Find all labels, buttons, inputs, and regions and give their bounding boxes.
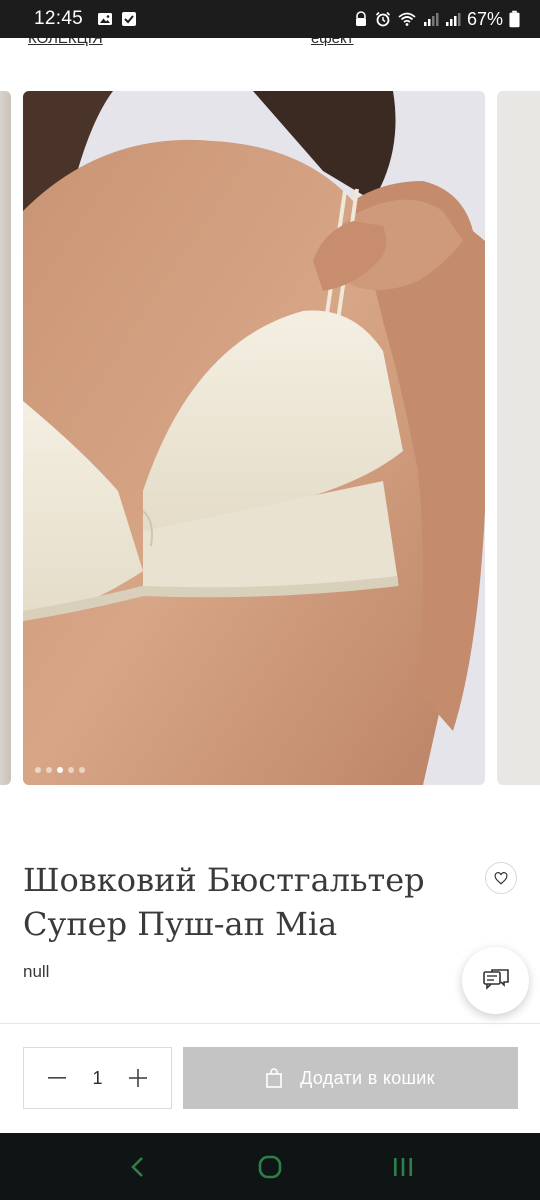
back-icon (130, 1156, 143, 1177)
signal-icon (445, 13, 461, 26)
battery-icon (509, 10, 520, 28)
increase-button[interactable] (127, 1067, 149, 1089)
pagination-dot[interactable] (79, 767, 85, 773)
recents-button[interactable] (383, 1147, 423, 1187)
decrease-button[interactable] (46, 1067, 68, 1089)
signal-icon (423, 13, 439, 26)
wifi-icon (398, 12, 416, 26)
pagination-dot-active[interactable] (57, 767, 63, 773)
pagination-dot[interactable] (35, 767, 41, 773)
pagination-dot[interactable] (68, 767, 74, 773)
favorite-button[interactable] (485, 862, 517, 894)
checkbox-icon (122, 12, 137, 26)
product-subtitle: null (23, 962, 50, 981)
back-button[interactable] (117, 1147, 157, 1187)
plus-icon (128, 1069, 147, 1087)
minus-icon (48, 1077, 66, 1079)
chat-button[interactable] (462, 947, 529, 1014)
alarm-icon (375, 11, 391, 27)
divider (0, 1023, 540, 1024)
effect-link[interactable]: ефект (311, 38, 354, 47)
collection-link[interactable]: КОЛЕКЦІЯ (28, 38, 103, 47)
previous-slide[interactable] (0, 91, 11, 785)
home-button[interactable] (250, 1147, 290, 1187)
heart-icon (494, 871, 508, 885)
shopping-bag-icon (266, 1068, 282, 1088)
chat-icon (482, 968, 509, 990)
alarm-lock-icon (355, 11, 366, 26)
gallery-icon (98, 13, 113, 25)
product-photo (23, 91, 485, 785)
top-links: КОЛЕКЦІЯ ефект (0, 38, 540, 50)
battery-percent: 67% (466, 8, 503, 29)
add-to-cart-label: Додати в кошик (300, 1067, 435, 1088)
system-nav-bar (0, 1133, 540, 1200)
next-slide[interactable] (497, 91, 540, 785)
status-time: 12:45 (34, 8, 84, 29)
quantity-stepper[interactable]: 1 (23, 1047, 172, 1109)
add-to-cart-button[interactable]: Додати в кошик (183, 1047, 518, 1109)
recents-icon (394, 1157, 413, 1176)
gallery-pagination (35, 767, 85, 773)
pagination-dot[interactable] (46, 767, 52, 773)
product-image[interactable] (23, 91, 485, 785)
quantity-value[interactable]: 1 (92, 1068, 102, 1089)
home-icon (258, 1155, 282, 1178)
product-title: Шовковий Бюстгальтер Супер Пуш-ап Mia (23, 861, 425, 943)
product-gallery[interactable] (0, 91, 540, 786)
status-bar: 12:45 67% (0, 0, 540, 38)
